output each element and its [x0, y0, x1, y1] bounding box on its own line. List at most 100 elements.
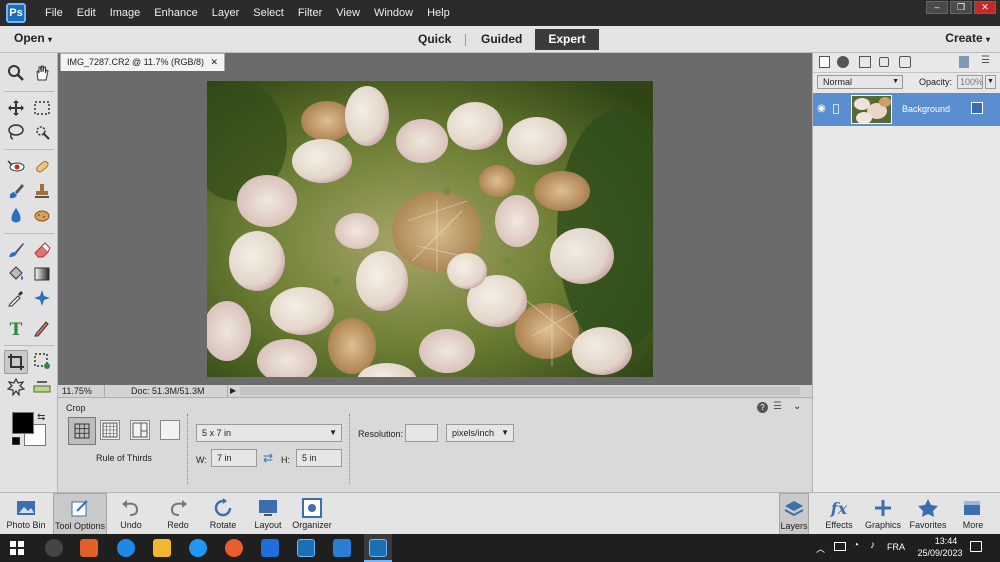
zoom-tool-icon[interactable]: [5, 62, 27, 84]
menu-filter[interactable]: Filter: [291, 0, 329, 26]
document-tab[interactable]: IMG_7287.CR2 @ 11.7% (RGB/8) ✕: [60, 53, 226, 71]
lock-icon[interactable]: [879, 57, 889, 67]
tool-options-button[interactable]: Tool Options: [53, 493, 107, 535]
visibility-eye-icon[interactable]: ◉: [817, 103, 826, 114]
red-eye-tool-icon[interactable]: [5, 156, 27, 178]
more-button[interactable]: More: [956, 493, 990, 535]
default-colors-icon[interactable]: [12, 437, 20, 445]
recompose-tool-icon[interactable]: [31, 350, 53, 372]
menu-edit[interactable]: Edit: [70, 0, 103, 26]
graphics-button[interactable]: Graphics: [864, 493, 902, 535]
brush-tool-icon[interactable]: [5, 239, 27, 261]
rotate-button[interactable]: Rotate: [204, 493, 242, 535]
organizer-button[interactable]: Organizer: [291, 493, 333, 535]
eraser-tool-icon[interactable]: [31, 239, 53, 261]
aspect-ratio-select[interactable]: 5 x 7 in ▼: [196, 424, 342, 442]
clock-time[interactable]: 13:44: [924, 536, 968, 546]
swap-dimensions-icon[interactable]: ⇄: [263, 451, 273, 465]
minimize-button[interactable]: –: [926, 1, 948, 14]
open-button[interactable]: Open ▾: [14, 31, 52, 45]
create-button[interactable]: Create ▾: [945, 31, 990, 45]
opacity-input[interactable]: 100%: [957, 75, 983, 89]
menu-help[interactable]: Help: [420, 0, 457, 26]
eyedropper-tool-icon[interactable]: [5, 287, 27, 309]
redo-button[interactable]: Redo: [160, 493, 196, 535]
height-input[interactable]: 5 in: [296, 449, 342, 467]
battery-icon[interactable]: [834, 542, 846, 551]
lock-all-icon[interactable]: [899, 56, 911, 68]
language-indicator[interactable]: FRA: [887, 542, 905, 552]
horizontal-scrollbar[interactable]: [240, 387, 800, 395]
custom-shape-tool-icon[interactable]: [31, 287, 53, 309]
layer-link-icon[interactable]: [833, 104, 839, 114]
tab-quick[interactable]: Quick: [404, 29, 465, 50]
preset-none[interactable]: [160, 420, 180, 440]
collapse-chevron-icon[interactable]: ⌄: [793, 401, 801, 412]
preset-golden-ratio[interactable]: [130, 420, 150, 440]
marquee-tool-icon[interactable]: [31, 97, 53, 119]
tab-expert[interactable]: Expert: [535, 29, 599, 50]
paint-bucket-tool-icon[interactable]: [5, 263, 27, 285]
app-icon[interactable]: [189, 539, 207, 557]
menu-file[interactable]: File: [38, 0, 70, 26]
crop-tool-icon[interactable]: [4, 350, 28, 374]
layer-lock-icon[interactable]: [971, 102, 983, 114]
pencil-tool-icon[interactable]: [31, 317, 53, 339]
active-app-indicator[interactable]: [364, 534, 392, 562]
mask-icon[interactable]: [859, 56, 871, 68]
status-menu-arrow-icon[interactable]: ▶: [230, 385, 236, 397]
effects-button[interactable]: fx Effects: [822, 493, 856, 535]
duckduckgo-icon[interactable]: [225, 539, 243, 557]
file-explorer-icon[interactable]: [153, 539, 171, 557]
swap-colors-icon[interactable]: ⇆: [37, 412, 45, 423]
close-tab-icon[interactable]: ✕: [211, 57, 219, 67]
hand-tool-icon[interactable]: [31, 62, 53, 84]
tab-guided[interactable]: Guided: [467, 29, 536, 50]
restore-button[interactable]: ❐: [950, 1, 972, 14]
opacity-dropdown-icon[interactable]: ▼: [985, 75, 996, 89]
photo-bin-button[interactable]: Photo Bin: [4, 493, 48, 535]
layers-button[interactable]: Layers: [779, 493, 809, 535]
quick-selection-tool-icon[interactable]: [31, 121, 53, 143]
menu-enhance[interactable]: Enhance: [147, 0, 204, 26]
delete-layer-icon[interactable]: [959, 56, 969, 68]
menu-select[interactable]: Select: [246, 0, 291, 26]
foreground-color-swatch[interactable]: [12, 412, 34, 434]
video-app-icon[interactable]: [80, 539, 98, 557]
straighten-tool-icon[interactable]: [31, 376, 53, 398]
help-icon[interactable]: ?: [757, 402, 768, 413]
options-menu-icon[interactable]: ☰: [773, 401, 782, 412]
layer-row-background[interactable]: ◉ Background: [813, 93, 1000, 126]
premiere-elements-icon[interactable]: [333, 539, 351, 557]
cookie-cutter-tool-icon[interactable]: [5, 376, 27, 398]
preset-grid[interactable]: [100, 420, 120, 440]
lasso-tool-icon[interactable]: [5, 121, 27, 143]
wifi-icon[interactable]: ◔: [853, 540, 859, 551]
notifications-icon[interactable]: [970, 541, 982, 552]
menu-layer[interactable]: Layer: [205, 0, 247, 26]
type-tool-icon[interactable]: T: [5, 317, 27, 339]
adjustment-layer-icon[interactable]: [837, 56, 849, 68]
menu-view[interactable]: View: [329, 0, 367, 26]
resolution-units-select[interactable]: pixels/inch ▼: [446, 424, 514, 442]
clone-stamp-tool-icon[interactable]: [31, 180, 53, 202]
photoshop-elements-editor-icon[interactable]: [369, 539, 387, 557]
width-input[interactable]: 7 in: [211, 449, 257, 467]
undo-button[interactable]: Undo: [113, 493, 149, 535]
smart-brush-tool-icon[interactable]: [5, 180, 27, 202]
new-layer-icon[interactable]: [819, 56, 830, 68]
photoshop-elements-icon[interactable]: [297, 539, 315, 557]
mail-icon[interactable]: [261, 539, 279, 557]
photo-canvas[interactable]: [207, 81, 653, 377]
windows-start-icon[interactable]: [10, 541, 24, 555]
blend-mode-select[interactable]: Normal ▼: [817, 75, 903, 89]
move-tool-icon[interactable]: [5, 97, 27, 119]
panel-menu-icon[interactable]: ☰: [981, 55, 990, 66]
close-button[interactable]: ✕: [974, 1, 996, 14]
spot-healing-tool-icon[interactable]: [31, 156, 53, 178]
sponge-tool-icon[interactable]: [31, 204, 53, 226]
layout-button[interactable]: Layout: [250, 493, 286, 535]
volume-icon[interactable]: ♪: [870, 540, 875, 551]
menu-image[interactable]: Image: [103, 0, 148, 26]
blur-tool-icon[interactable]: [5, 204, 27, 226]
